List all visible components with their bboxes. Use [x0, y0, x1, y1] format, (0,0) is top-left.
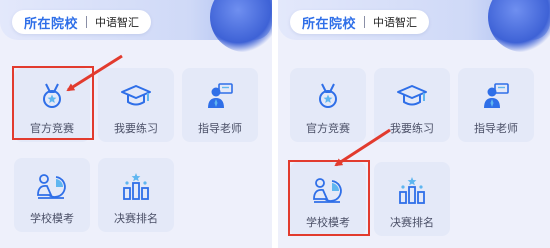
school-selector[interactable]: 所在院校 中语智汇 [12, 10, 152, 34]
tile-my-practice[interactable]: 我要练习 [98, 68, 174, 142]
tile-final-ranking[interactable]: 决赛排名 [374, 162, 450, 236]
teacher-icon [480, 80, 512, 112]
school-label: 所在院校 [302, 16, 357, 32]
tile-official-competition[interactable]: 官方竞赛 [14, 68, 90, 142]
pill-divider [86, 16, 88, 28]
medal-icon [36, 80, 68, 112]
right-panel: 所在院校 中语智汇 官方竞赛 我要练习 指导老师 学校模考 决赛排名 [278, 0, 550, 248]
tile-label: 指导老师 [474, 122, 518, 135]
medal-icon [312, 80, 344, 112]
tile-label: 官方竞赛 [30, 122, 74, 135]
tile-school-mock[interactable]: 学校模考 [290, 162, 366, 236]
exam-chart-icon [36, 170, 68, 202]
tile-label: 指导老师 [198, 122, 242, 135]
tile-label: 学校模考 [306, 216, 350, 229]
tile-label: 决赛排名 [390, 216, 434, 229]
ranking-bars-icon [120, 170, 152, 202]
school-selector[interactable]: 所在院校 中语智汇 [290, 10, 430, 34]
pill-divider [364, 16, 366, 28]
graduation-cap-icon [120, 80, 152, 112]
tile-final-ranking[interactable]: 决赛排名 [98, 158, 174, 232]
school-name: 中语智汇 [95, 16, 140, 29]
tile-guide-teacher[interactable]: 指导老师 [458, 68, 534, 142]
teacher-icon [204, 80, 236, 112]
left-panel: 所在院校 中语智汇 官方竞赛 我要练习 指导老师 学校模考 决赛排名 [0, 0, 272, 248]
school-name: 中语智汇 [373, 16, 418, 29]
ranking-bars-icon [396, 174, 428, 206]
tile-label: 决赛排名 [114, 212, 158, 225]
tile-label: 我要练习 [390, 122, 434, 135]
tile-school-mock[interactable]: 学校模考 [14, 158, 90, 232]
tile-label: 我要练习 [114, 122, 158, 135]
tile-label: 学校模考 [30, 212, 74, 225]
school-label: 所在院校 [24, 16, 79, 32]
graduation-cap-icon [396, 80, 428, 112]
tile-my-practice[interactable]: 我要练习 [374, 68, 450, 142]
exam-chart-icon [312, 174, 344, 206]
tile-guide-teacher[interactable]: 指导老师 [182, 68, 258, 142]
tile-label: 官方竞赛 [306, 122, 350, 135]
tile-official-competition[interactable]: 官方竞赛 [290, 68, 366, 142]
